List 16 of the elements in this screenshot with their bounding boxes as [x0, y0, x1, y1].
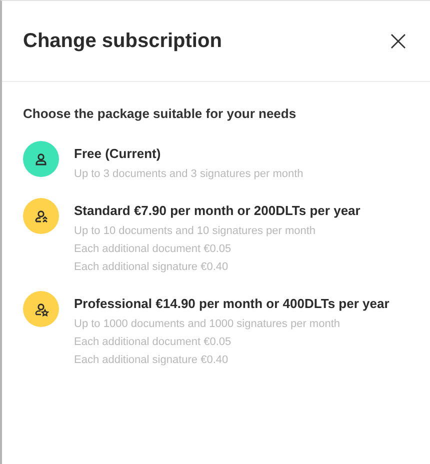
- plan-detail: Up to 1000 documents and 1000 signatures per month: [74, 317, 342, 332]
- intro-text: Choose the package suitable for your needs: [23, 106, 298, 121]
- person-icon: [33, 151, 49, 167]
- plan-detail: Each additional signature €0.40: [74, 260, 230, 275]
- plan-detail: Each additional signature €0.40: [74, 353, 230, 368]
- plan-detail: Up to 10 documents and 10 signatures per month: [74, 224, 317, 239]
- close-button[interactable]: ×: [386, 29, 410, 53]
- dialog-title: Change subscription: [23, 30, 222, 52]
- plan-detail: Each additional document €0.05: [74, 242, 232, 257]
- plan-name: Standard €7.90 per month or 200DLTs per year: [74, 202, 362, 220]
- person-chevrons-icon: [33, 208, 49, 224]
- plan-detail: Each additional document €0.05: [74, 335, 232, 350]
- plan-detail: Up to 3 documents and 3 signatures per month: [74, 167, 304, 182]
- plan-name: Free (Current): [74, 145, 162, 163]
- plan-name: Professional €14.90 per month or 400DLTs per year: [74, 295, 390, 313]
- person-star-icon: [33, 301, 49, 317]
